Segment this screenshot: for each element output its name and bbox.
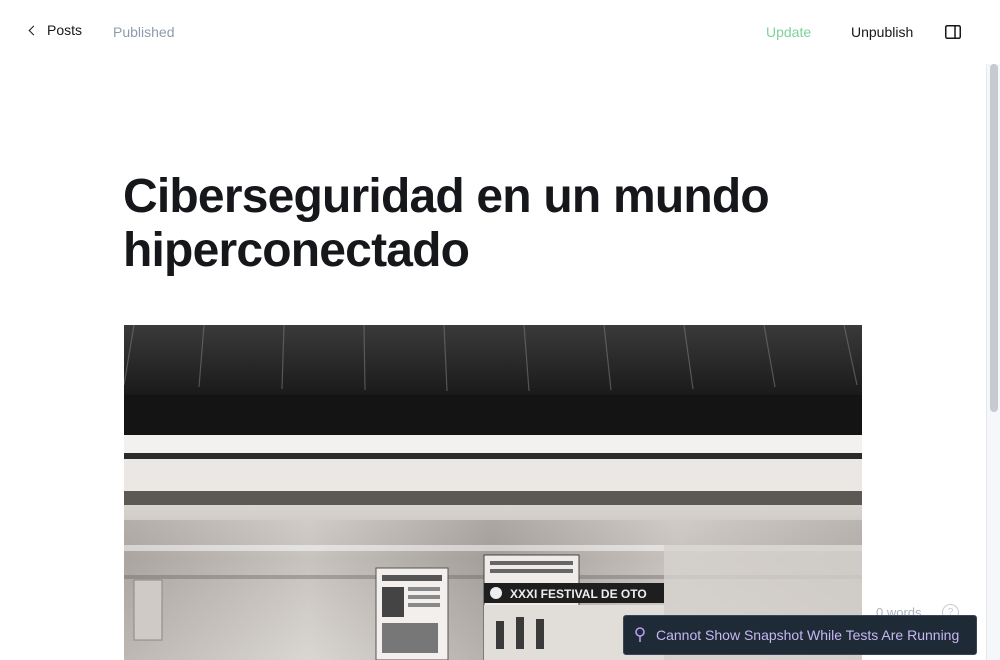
back-to-posts-link[interactable]: Posts bbox=[27, 22, 82, 38]
feature-image-photo: XXXI FESTIVAL DE OTO bbox=[124, 325, 862, 660]
poster-banner-text: XXXI FESTIVAL DE OTO bbox=[510, 587, 647, 601]
unpublish-button[interactable]: Unpublish bbox=[851, 24, 913, 40]
pin-icon bbox=[635, 627, 645, 642]
toast-message: Cannot Show Snapshot While Tests Are Run… bbox=[656, 627, 960, 643]
update-button[interactable]: Update bbox=[766, 24, 811, 40]
sidebar-toggle-icon[interactable] bbox=[945, 25, 961, 39]
editor-scrollbar[interactable] bbox=[986, 64, 1000, 660]
snapshot-toast: Cannot Show Snapshot While Tests Are Run… bbox=[623, 615, 977, 655]
post-title[interactable]: Ciberseguridad en un mundo hiperconectad… bbox=[123, 170, 883, 278]
chevron-left-icon bbox=[28, 25, 39, 35]
back-link-label: Posts bbox=[47, 22, 83, 38]
editor-header: Posts Published Update Unpublish bbox=[0, 0, 1000, 64]
post-status: Published bbox=[113, 24, 175, 40]
feature-image[interactable]: XXXI FESTIVAL DE OTO bbox=[124, 325, 862, 660]
scrollbar-thumb[interactable] bbox=[990, 64, 998, 412]
